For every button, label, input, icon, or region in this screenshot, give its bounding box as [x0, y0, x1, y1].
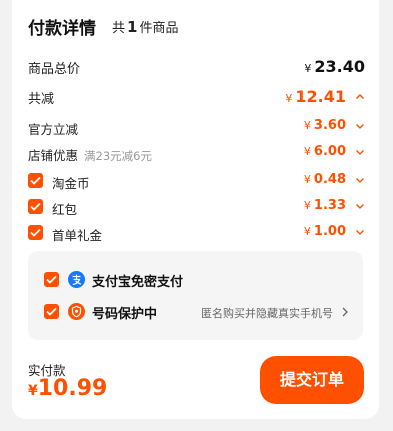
checkmark-icon [30, 176, 41, 185]
store-discount-price: ¥6.00 [304, 144, 346, 159]
currency-symbol: ¥ [28, 383, 38, 399]
store-discount-row: 店铺优惠 满23元减6元 [28, 145, 152, 164]
discount-price: ¥12.41 [285, 87, 346, 106]
chevron-down-icon[interactable] [355, 147, 365, 157]
official-discount-label: 官方立减 [28, 122, 79, 137]
taojinbi-checkbox[interactable] [28, 173, 43, 188]
discount-label[interactable]: 共减 [28, 88, 54, 107]
currency-symbol: ¥ [303, 145, 311, 158]
hongbao-price: ¥1.33 [304, 198, 346, 213]
currency-symbol: ¥ [285, 92, 293, 105]
total-goods-price: ¥23.40 [304, 57, 365, 76]
currency-symbol: ¥ [303, 119, 311, 132]
item-count: 共 1 件商品 [112, 17, 178, 36]
checkmark-icon [30, 202, 41, 211]
number-protection-hint[interactable]: 匿名购买并隐藏真实手机号 [201, 305, 333, 321]
official-discount-price: ¥3.60 [304, 118, 346, 133]
currency-symbol: ¥ [304, 62, 312, 75]
chevron-down-icon[interactable] [355, 175, 365, 185]
hongbao-checkbox[interactable] [28, 199, 43, 214]
first-order-gift-label: 首单礼金 [52, 228, 103, 243]
taojinbi-label: 淘金币 [52, 176, 90, 191]
first-order-gift-checkbox[interactable] [28, 225, 43, 240]
total-goods-value: 23.40 [314, 57, 365, 76]
total-price: ¥10.99 [28, 376, 107, 401]
count-number: 1 [127, 18, 138, 36]
taojinbi-price: ¥0.48 [304, 172, 346, 187]
store-discount-label: 店铺优惠 [28, 148, 79, 163]
count-prefix: 共 [112, 21, 126, 36]
chevron-up-icon[interactable] [355, 92, 365, 102]
currency-symbol: ¥ [303, 173, 311, 186]
store-discount-value: 6.00 [313, 144, 346, 159]
chevron-down-icon[interactable] [355, 201, 365, 211]
phone-shield-icon [68, 303, 85, 320]
discount-value: 12.41 [295, 87, 346, 106]
hongbao-label: 红包 [52, 202, 78, 217]
chevron-down-icon[interactable] [355, 227, 365, 237]
total-value: 10.99 [37, 376, 108, 401]
currency-symbol: ¥ [303, 199, 311, 212]
chevron-right-icon[interactable] [341, 307, 349, 317]
page-title: 付款详情 [28, 19, 96, 39]
checkmark-icon [30, 228, 41, 237]
count-suffix: 件商品 [139, 21, 179, 36]
alipay-checkbox[interactable] [44, 272, 59, 287]
checkmark-icon [46, 275, 57, 284]
total-goods-label: 商品总价 [28, 62, 81, 77]
taojinbi-value: 0.48 [313, 172, 346, 187]
first-order-gift-price: ¥1.00 [304, 224, 346, 239]
submit-order-button[interactable]: 提交订单 [260, 356, 364, 404]
payment-options-panel: 支付宝免密支付 号码保护中 匿名购买并隐藏真实手机号 [28, 251, 363, 340]
payment-details-card: 付款详情 共 1 件商品 商品总价 ¥23.40 共减 ¥12.41 官方立减 ¥3… [12, 0, 379, 419]
hongbao-value: 1.33 [313, 198, 346, 213]
store-discount-rule: 满23元减6元 [84, 149, 152, 163]
first-order-gift-value: 1.00 [313, 224, 346, 239]
number-protection-checkbox[interactable] [44, 304, 59, 319]
number-protection-label: 号码保护中 [92, 307, 158, 322]
alipay-icon [68, 271, 85, 288]
currency-symbol: ¥ [303, 225, 311, 238]
chevron-down-icon[interactable] [355, 121, 365, 131]
checkmark-icon [46, 307, 57, 316]
alipay-label: 支付宝免密支付 [92, 275, 184, 290]
official-discount-value: 3.60 [313, 118, 346, 133]
